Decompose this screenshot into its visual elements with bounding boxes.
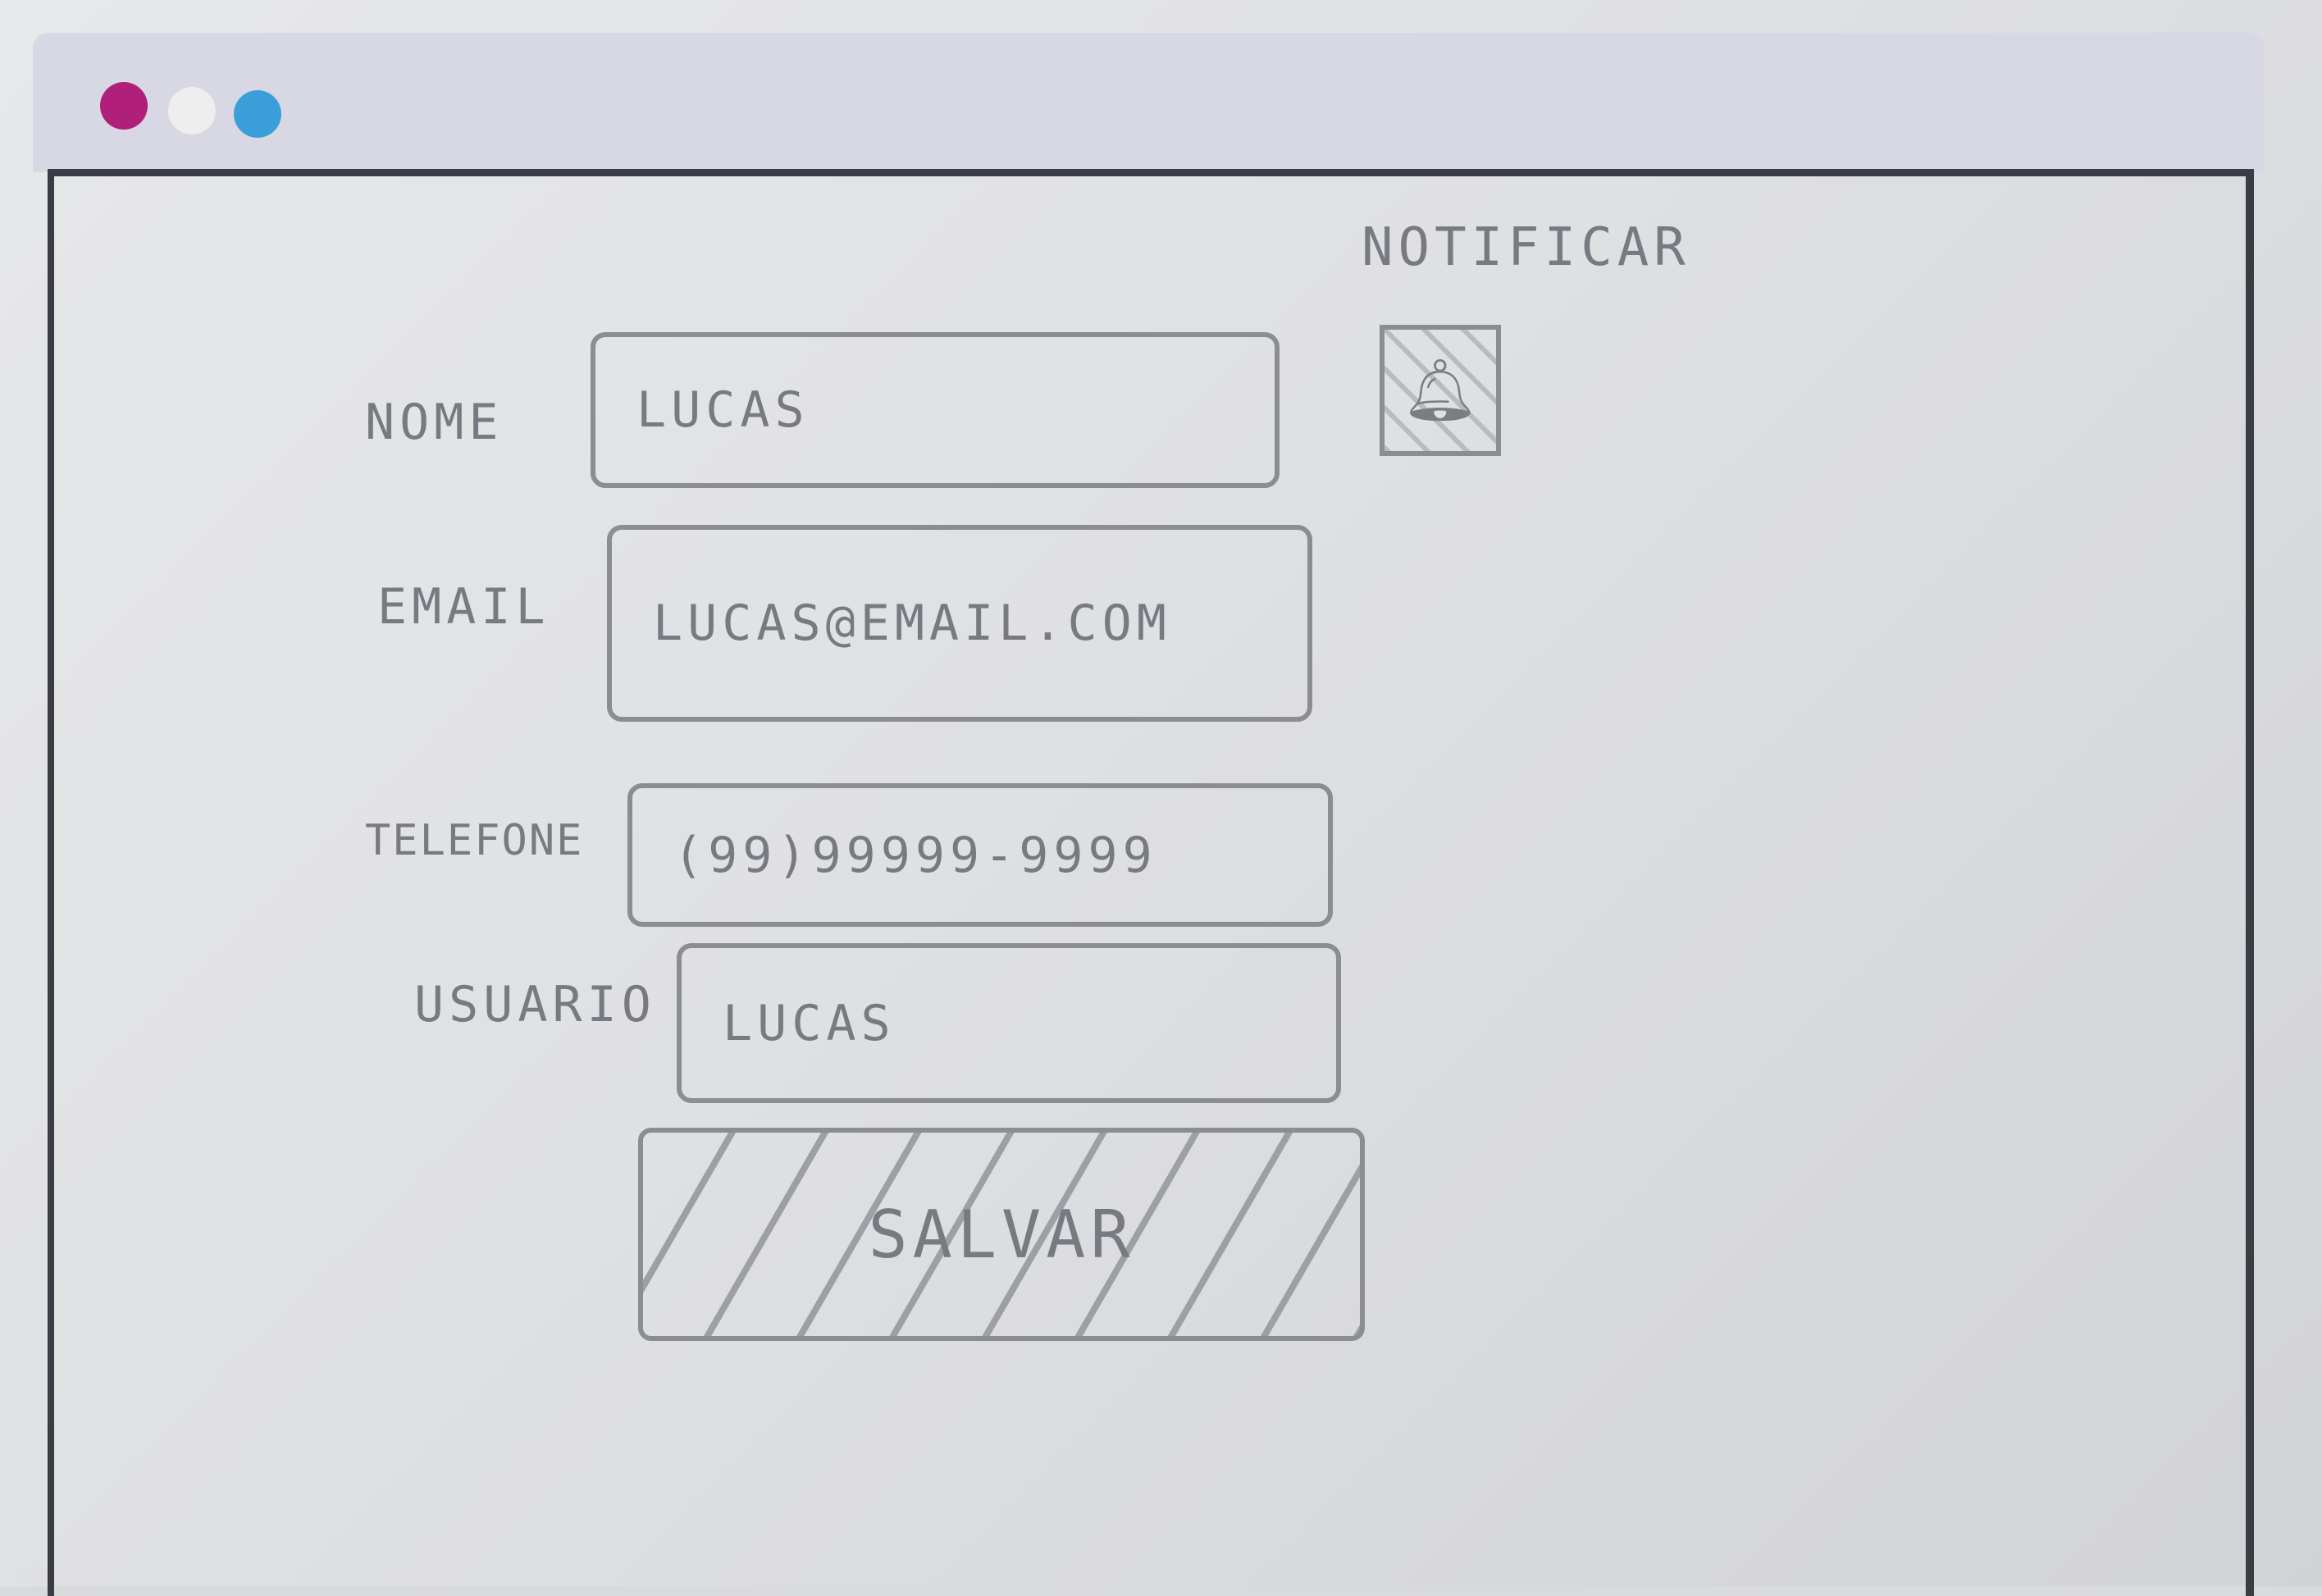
email-label: EMAIL [377,578,550,636]
minimize-window-button[interactable] [168,87,216,135]
sketch-paper: NOME LUCAS EMAIL LUCAS@EMAIL.COM TELEFON… [0,0,2322,1596]
notify-label: NOTIFICAR [1362,217,1690,278]
close-window-button[interactable] [100,82,148,130]
maximize-window-button[interactable] [234,90,281,138]
notify-checkbox[interactable]: 🔔︎ [1380,325,1501,456]
phone-input[interactable]: (99)99999-9999 [627,783,1333,927]
username-input[interactable]: LUCAS [677,943,1341,1103]
name-input[interactable]: LUCAS [591,332,1280,488]
email-input[interactable]: LUCAS@EMAIL.COM [607,525,1312,722]
name-label: NOME [365,394,504,451]
save-button[interactable]: SALVAR [638,1128,1365,1341]
window-title-bar [33,33,2264,172]
phone-label: TELEFONE [365,816,584,865]
bell-icon: 🔔︎ [1402,354,1479,426]
username-label: USUARIO [414,976,656,1033]
